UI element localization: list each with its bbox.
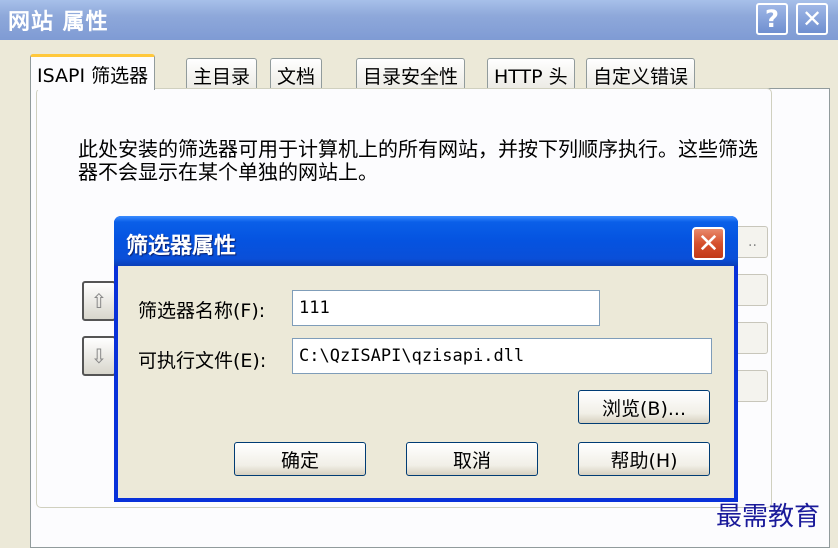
executable-input[interactable]: C:\QzISAPI\qzisapi.dll [292, 338, 712, 374]
help-dialog-button[interactable]: 帮助(H) [578, 442, 710, 476]
arrow-up-icon: ⇧ [90, 289, 108, 313]
browse-button[interactable]: 浏览(B)... [578, 390, 710, 424]
close-button[interactable]: ✕ [796, 3, 828, 35]
arrow-down-icon: ⇩ [90, 344, 108, 368]
dialog-body: 筛选器名称(F): 111 可执行文件(E): C:\QzISAPI\qzisa… [118, 266, 734, 498]
cancel-button[interactable]: 取消 [406, 442, 538, 476]
tab-custom-errors[interactable]: 自定义错误 [586, 58, 696, 88]
filter-name-input[interactable]: 111 [292, 290, 600, 326]
filter-name-label: 筛选器名称(F): [138, 300, 266, 322]
move-up-button[interactable]: ⇧ [82, 281, 116, 321]
ellipsis-text: .. [748, 234, 757, 250]
dialog-close-button[interactable]: ✕ [692, 227, 725, 260]
move-down-button[interactable]: ⇩ [82, 336, 116, 376]
outer-window-titlebar: 网站 属性 ? ✕ [0, 0, 838, 40]
add-button-partial[interactable]: .. [738, 226, 768, 258]
remove-button-partial[interactable] [738, 274, 768, 306]
tab-home-directory[interactable]: 主目录 [186, 58, 258, 88]
watermark-text: 最需教育 [716, 502, 821, 532]
enable-button-partial[interactable] [738, 370, 768, 402]
tab-http-headers[interactable]: HTTP 头 [487, 58, 575, 88]
dialog-title: 筛选器属性 [126, 234, 237, 259]
tab-directory-security[interactable]: 目录安全性 [356, 58, 466, 88]
filters-description: 此处安装的筛选器可用于计算机上的所有网站，并按下列顺序执行。这些筛选器不会显示在… [78, 137, 758, 184]
outer-window-title: 网站 属性 [8, 10, 109, 35]
executable-label: 可执行文件(E): [138, 350, 267, 372]
ok-button[interactable]: 确定 [234, 442, 366, 476]
help-button[interactable]: ? [756, 3, 788, 35]
tab-documents[interactable]: 文档 [270, 58, 323, 88]
filter-properties-dialog: 筛选器属性 ✕ 筛选器名称(F): 111 可执行文件(E): C:\QzISA… [114, 216, 738, 502]
close-icon: ✕ [697, 228, 720, 259]
tab-isapi-filters[interactable]: ISAPI 筛选器 [30, 54, 156, 90]
dialog-titlebar: 筛选器属性 ✕ [114, 216, 738, 266]
edit-button-partial[interactable] [738, 322, 768, 354]
